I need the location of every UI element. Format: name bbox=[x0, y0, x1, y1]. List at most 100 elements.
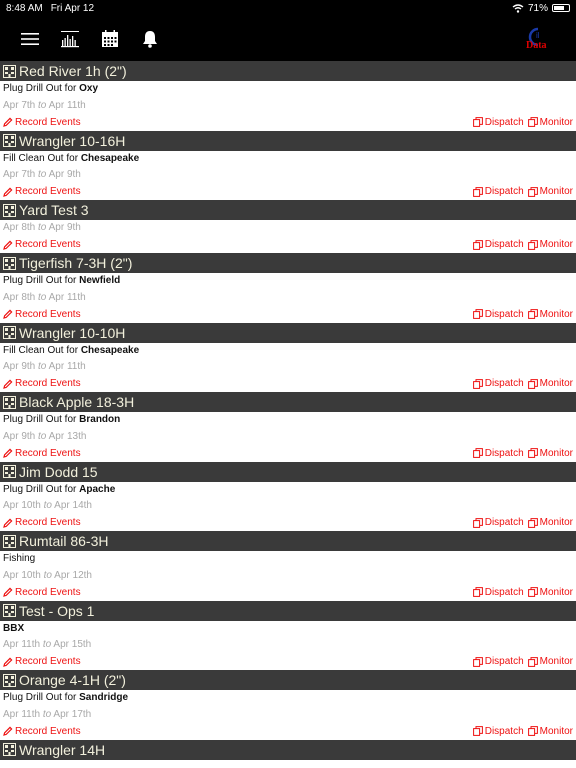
copy-icon bbox=[472, 587, 483, 598]
monitor-link[interactable]: Monitor bbox=[527, 378, 573, 389]
copy-icon bbox=[527, 186, 538, 197]
job-header[interactable]: Wrangler 10-16H bbox=[0, 130, 576, 151]
dispatch-link[interactable]: Dispatch bbox=[472, 587, 524, 598]
calendar-button[interactable] bbox=[98, 27, 122, 51]
dispatch-link[interactable]: Dispatch bbox=[472, 517, 524, 528]
building-icon bbox=[3, 395, 16, 409]
job-title: Rumtail 86-3H bbox=[19, 533, 109, 549]
dispatch-link[interactable]: Dispatch bbox=[472, 448, 524, 459]
monitor-link[interactable]: Monitor bbox=[527, 448, 573, 459]
dispatch-label: Dispatch bbox=[484, 308, 524, 320]
record-events-link[interactable]: Record Events bbox=[3, 726, 81, 737]
job-start-date: Apr 11th bbox=[3, 639, 41, 650]
job-header[interactable]: Test - Ops 1 bbox=[0, 600, 576, 621]
job-end-date: Apr 15th bbox=[53, 639, 92, 650]
job-actions: Record Events Dispatch Monitor bbox=[0, 723, 576, 740]
record-events-link[interactable]: Record Events bbox=[3, 239, 81, 250]
monitor-link[interactable]: Monitor bbox=[527, 587, 573, 598]
job-dates: Apr 10th to Apr 14th bbox=[0, 498, 576, 515]
monitor-label: Monitor bbox=[539, 239, 573, 251]
job-actions: Record Events Dispatch Monitor bbox=[0, 184, 576, 201]
job-header[interactable]: Black Apple 18-3H bbox=[0, 392, 576, 412]
job-actions: Record Events Dispatch Monitor bbox=[0, 376, 576, 393]
job-description: Plug Drill Out for Oxy bbox=[0, 81, 576, 98]
toolbar: il Data bbox=[0, 16, 576, 61]
job-header[interactable]: Red River 1h (2") bbox=[0, 61, 576, 81]
pencil-icon bbox=[3, 240, 13, 250]
building-icon bbox=[3, 673, 16, 687]
monitor-link[interactable]: Monitor bbox=[527, 117, 573, 128]
monitor-link[interactable]: Monitor bbox=[527, 726, 573, 737]
record-events-label: Record Events bbox=[15, 725, 81, 737]
monitor-link[interactable]: Monitor bbox=[527, 186, 573, 197]
dispatch-label: Dispatch bbox=[484, 656, 524, 668]
job-end-date: Apr 11th bbox=[48, 99, 86, 111]
job-end-date: Apr 11th bbox=[48, 361, 86, 372]
record-events-link[interactable]: Record Events bbox=[3, 186, 81, 197]
job-description: Fill Clean Out for Chesapeake bbox=[0, 151, 576, 168]
job-header[interactable]: Orange 4-1H (2") bbox=[0, 670, 576, 690]
pencil-icon bbox=[3, 518, 13, 528]
record-events-link[interactable]: Record Events bbox=[3, 448, 81, 459]
job-dates-to: to bbox=[42, 639, 52, 650]
record-events-link[interactable]: Record Events bbox=[3, 378, 81, 389]
dispatch-link[interactable]: Dispatch bbox=[472, 186, 524, 197]
job-header[interactable]: Wrangler 14H bbox=[0, 739, 576, 760]
building-icon bbox=[3, 203, 16, 217]
job-dates-to: to bbox=[38, 222, 47, 233]
dispatch-link[interactable]: Dispatch bbox=[472, 116, 524, 128]
building-icon bbox=[3, 326, 16, 339]
notifications-button[interactable] bbox=[138, 27, 162, 51]
record-events-label: Record Events bbox=[15, 308, 81, 320]
job-item: Yard Test 3 Apr 8th to Apr 9th Record Even… bbox=[0, 200, 576, 253]
copy-icon bbox=[472, 186, 483, 197]
job-item: Tigerfish 7-3H (2") Plug Drill Out for Ne… bbox=[0, 253, 576, 323]
record-events-link[interactable]: Record Events bbox=[3, 309, 81, 320]
record-events-label: Record Events bbox=[15, 186, 81, 198]
dispatch-link[interactable]: Dispatch bbox=[472, 726, 524, 737]
copy-icon bbox=[527, 726, 538, 737]
dispatch-link[interactable]: Dispatch bbox=[472, 378, 524, 389]
job-header[interactable]: Wrangler 10-10H bbox=[0, 322, 576, 343]
monitor-link[interactable]: Monitor bbox=[527, 656, 573, 668]
record-events-link[interactable]: Record Events bbox=[3, 587, 81, 598]
copy-icon bbox=[527, 239, 538, 250]
record-events-link[interactable]: Record Events bbox=[3, 517, 81, 528]
dispatch-label: Dispatch bbox=[484, 116, 524, 128]
job-dates-to: to bbox=[38, 169, 47, 180]
job-dates-to: to bbox=[43, 569, 52, 581]
dispatch-link[interactable]: Dispatch bbox=[472, 656, 524, 668]
job-header[interactable]: Yard Test 3 bbox=[0, 200, 576, 220]
monitor-link[interactable]: Monitor bbox=[527, 309, 573, 320]
job-company: Brandon bbox=[79, 414, 121, 425]
battery-percent: 71% bbox=[527, 2, 548, 14]
job-dates-to: to bbox=[38, 430, 47, 442]
job-actions: Record Events Dispatch Monitor bbox=[0, 237, 576, 254]
status-date: Fri Apr 12 bbox=[50, 2, 95, 14]
monitor-link[interactable]: Monitor bbox=[527, 517, 573, 528]
monitor-label: Monitor bbox=[539, 656, 573, 668]
chart-button[interactable] bbox=[58, 27, 82, 51]
job-header[interactable]: Tigerfish 7-3H (2") bbox=[0, 253, 576, 273]
pencil-icon bbox=[3, 587, 13, 598]
copy-icon bbox=[472, 309, 483, 320]
record-events-link[interactable]: Record Events bbox=[3, 117, 81, 128]
dispatch-link[interactable]: Dispatch bbox=[472, 308, 524, 320]
job-title: Red River 1h (2") bbox=[19, 63, 127, 79]
dispatch-link[interactable]: Dispatch bbox=[472, 239, 524, 250]
copy-icon bbox=[527, 448, 538, 459]
job-company: Chesapeake bbox=[80, 152, 140, 164]
job-title: Black Apple 18-3H bbox=[19, 394, 135, 410]
job-dates: Apr 7th to Apr 11th bbox=[0, 98, 576, 115]
job-type: Plug Drill Out for bbox=[3, 275, 80, 286]
pencil-icon bbox=[3, 187, 13, 197]
job-header[interactable]: Jim Dodd 15 bbox=[0, 461, 576, 482]
building-icon bbox=[3, 256, 16, 270]
job-end-date: Apr 9th bbox=[48, 222, 81, 233]
monitor-link[interactable]: Monitor bbox=[527, 239, 573, 251]
menu-button[interactable] bbox=[18, 27, 42, 51]
job-header[interactable]: Rumtail 86-3H bbox=[0, 531, 576, 551]
record-events-link[interactable]: Record Events bbox=[3, 656, 81, 667]
wifi-icon bbox=[512, 3, 524, 13]
record-events-label: Record Events bbox=[15, 656, 81, 668]
